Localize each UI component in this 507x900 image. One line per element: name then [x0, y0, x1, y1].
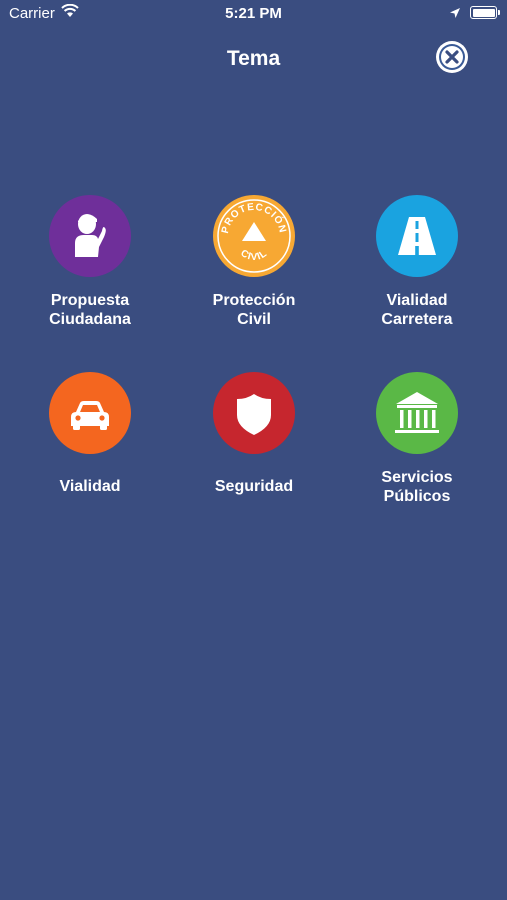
topic-icon-circle	[213, 372, 295, 454]
topic-label: Seguridad	[214, 478, 294, 495]
battery-icon	[470, 6, 500, 19]
civil-protection-logo-icon: PROTECCIÓN CIVIL	[217, 199, 291, 273]
clock-time: 5:21 PM	[225, 5, 282, 22]
topic-vialidad-carretera[interactable]: Vialidad Carretera	[337, 195, 497, 329]
shield-icon	[237, 394, 271, 435]
svg-text:CIVIL: CIVIL	[238, 248, 269, 263]
topic-label: Propuesta Ciudadana	[49, 292, 131, 328]
topic-vialidad[interactable]: Vialidad	[10, 372, 170, 496]
topic-seguridad[interactable]: Seguridad	[174, 372, 334, 496]
close-button[interactable]	[436, 41, 468, 73]
topic-label: Servicios Públicos	[381, 469, 453, 505]
topic-proteccion-civil[interactable]: PROTECCIÓN CIVIL Protección Civil	[174, 195, 334, 329]
citizen-person-icon	[75, 214, 106, 257]
topic-propuesta-ciudadana[interactable]: Propuesta Ciudadana	[10, 195, 170, 329]
logo-text-bottom: CIVIL	[238, 248, 268, 263]
topic-label: Vialidad Carretera	[381, 292, 453, 328]
close-icon	[441, 46, 463, 68]
topic-icon-circle: PROTECCIÓN CIVIL	[213, 195, 295, 277]
public-building-icon	[395, 392, 439, 433]
topic-servicios-publicos[interactable]: Servicios Públicos	[337, 372, 497, 506]
topic-label: Protección Civil	[212, 292, 296, 328]
topic-icon-circle	[49, 195, 131, 277]
road-icon	[398, 217, 436, 255]
topic-icon-circle	[376, 372, 458, 454]
location-arrow-icon	[449, 6, 461, 24]
car-icon	[71, 401, 109, 430]
page-title: Tema	[226, 47, 281, 70]
topic-label: Vialidad	[59, 478, 121, 495]
topic-icon-circle	[49, 372, 131, 454]
topic-icon-circle	[376, 195, 458, 277]
status-bar: Carrier 5:21 PM	[0, 0, 507, 28]
